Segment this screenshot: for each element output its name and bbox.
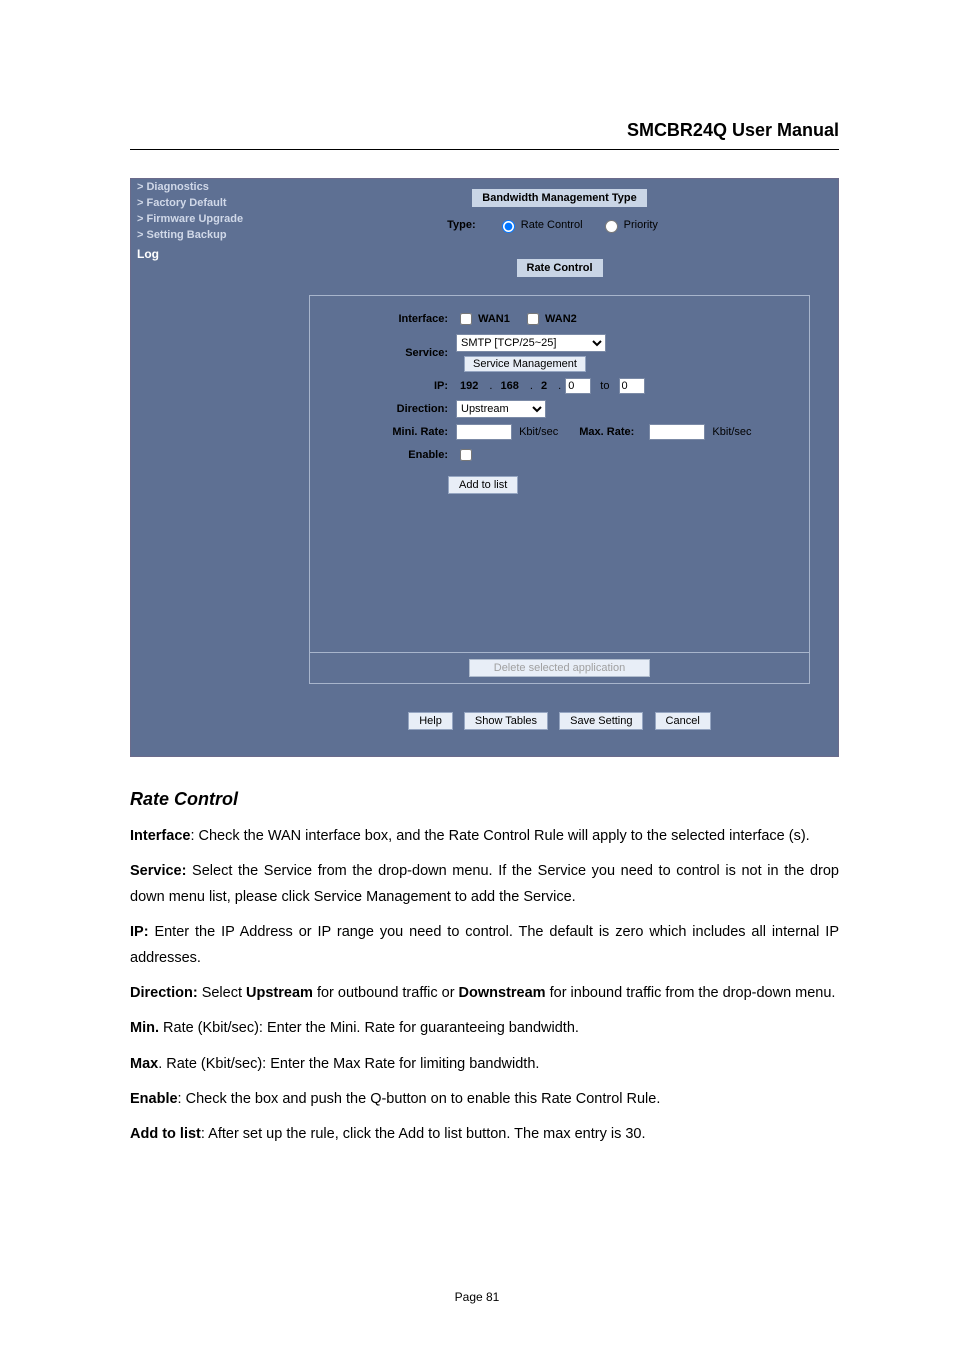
sidebar-item-factory-default[interactable]: > Factory Default	[131, 195, 281, 211]
direction-label: Direction:	[328, 403, 448, 415]
priority-radio[interactable]	[605, 220, 618, 233]
doc-interface-b: Interface	[130, 828, 190, 844]
sidebar-section-log[interactable]: Log	[131, 245, 281, 263]
ip-row: 192 .168 .2 . to	[456, 378, 791, 394]
doc-text: Rate Control Interface: Check the WAN in…	[130, 789, 839, 1148]
ip-oct2: 168	[500, 380, 518, 392]
bottom-buttons: Help Show Tables Save Setting Cancel	[295, 712, 824, 730]
ip-oct5-input[interactable]	[619, 378, 645, 394]
wan2-label: WAN2	[545, 313, 577, 325]
doc-ip-t: Enter the IP Address or IP range you nee…	[130, 924, 839, 965]
wan1-label: WAN1	[478, 313, 510, 325]
doc-service-t: Select the Service from the drop-down me…	[130, 863, 839, 904]
service-select[interactable]: SMTP [TCP/25~25]	[456, 334, 606, 352]
doc-addtolist-b: Add to list	[130, 1126, 201, 1142]
doc-direction-b: Direction:	[130, 985, 198, 1001]
doc-enable-t: : Check the box and push the Q-button on…	[178, 1091, 661, 1107]
doc-addtolist-t: : After set up the rule, click the Add t…	[201, 1126, 646, 1142]
direction-select[interactable]: Upstream	[456, 400, 546, 418]
sidebar-item-setting-backup[interactable]: > Setting Backup	[131, 227, 281, 243]
rate-control-radio-label: Rate Control	[521, 219, 583, 231]
doc-ip-b: IP:	[130, 924, 149, 940]
doc-upstream-b: Upstream	[246, 985, 313, 1001]
bandwidth-mgmt-title: Bandwidth Management Type	[472, 189, 646, 207]
app-screenshot: > Diagnostics > Factory Default > Firmwa…	[130, 178, 839, 757]
enable-label: Enable:	[328, 449, 448, 461]
priority-radio-label: Priority	[624, 219, 658, 231]
max-rate-input[interactable]	[649, 424, 705, 440]
doc-min-t: Rate (Kbit/sec): Enter the Mini. Rate fo…	[159, 1020, 579, 1036]
enable-checkbox[interactable]	[460, 449, 472, 461]
page-number: Page 81	[0, 1290, 954, 1304]
save-setting-button[interactable]: Save Setting	[559, 712, 643, 730]
service-label: Service:	[328, 347, 448, 359]
doc-direction-t1: Select	[198, 985, 246, 1001]
service-management-button[interactable]: Service Management	[464, 356, 586, 372]
doc-max-t: . Rate (Kbit/sec): Enter the Max Rate fo…	[158, 1056, 539, 1072]
doc-interface-t: : Check the WAN interface box, and the R…	[190, 828, 809, 844]
ip-oct1: 192	[460, 380, 478, 392]
doc-heading: Rate Control	[130, 789, 839, 810]
interface-label: Interface:	[328, 313, 448, 325]
cancel-button[interactable]: Cancel	[655, 712, 711, 730]
rule-list[interactable]	[310, 502, 809, 652]
sidebar-item-diagnostics[interactable]: > Diagnostics	[131, 179, 281, 195]
mini-rate-label: Mini. Rate:	[328, 426, 448, 438]
doc-max-b: Max	[130, 1056, 158, 1072]
ip-oct3: 2	[541, 380, 547, 392]
doc-min-b: Min.	[130, 1020, 159, 1036]
doc-direction-t3: for inbound traffic from the drop-down m…	[546, 985, 836, 1001]
rate-control-radio[interactable]	[502, 220, 515, 233]
doc-enable-b: Enable	[130, 1091, 178, 1107]
type-row: Type: Rate Control Priority	[295, 217, 824, 233]
page-title: SMCBR24Q User Manual	[130, 120, 839, 150]
wan1-checkbox[interactable]	[460, 313, 472, 325]
max-rate-unit: Kbit/sec	[712, 426, 751, 438]
rate-control-form: Interface: WAN1 WAN2 Service: SMTP [TCP/…	[309, 295, 810, 684]
max-rate-label: Max. Rate:	[579, 426, 634, 438]
sidebar: > Diagnostics > Factory Default > Firmwa…	[131, 179, 281, 756]
mini-rate-input[interactable]	[456, 424, 512, 440]
doc-downstream-b: Downstream	[459, 985, 546, 1001]
delete-selected-button: Delete selected application	[469, 659, 650, 677]
rate-control-title: Rate Control	[517, 259, 603, 277]
sidebar-item-firmware-upgrade[interactable]: > Firmware Upgrade	[131, 211, 281, 227]
wan2-checkbox[interactable]	[527, 313, 539, 325]
ip-oct4-input[interactable]	[565, 378, 591, 394]
mini-rate-unit: Kbit/sec	[519, 426, 558, 438]
add-to-list-button[interactable]: Add to list	[448, 476, 518, 494]
doc-direction-t2: for outbound traffic or	[313, 985, 459, 1001]
type-label: Type:	[447, 219, 476, 231]
doc-service-b: Service:	[130, 863, 186, 879]
ip-to-label: to	[600, 380, 609, 392]
interface-value: WAN1 WAN2	[456, 310, 791, 328]
rate-control-panel: Rate Control Interface: WAN1 WAN2 Servic…	[295, 259, 824, 730]
ip-label: IP:	[328, 380, 448, 392]
help-button[interactable]: Help	[408, 712, 453, 730]
show-tables-button[interactable]: Show Tables	[464, 712, 548, 730]
content-area: Bandwidth Management Type Type: Rate Con…	[281, 179, 838, 756]
